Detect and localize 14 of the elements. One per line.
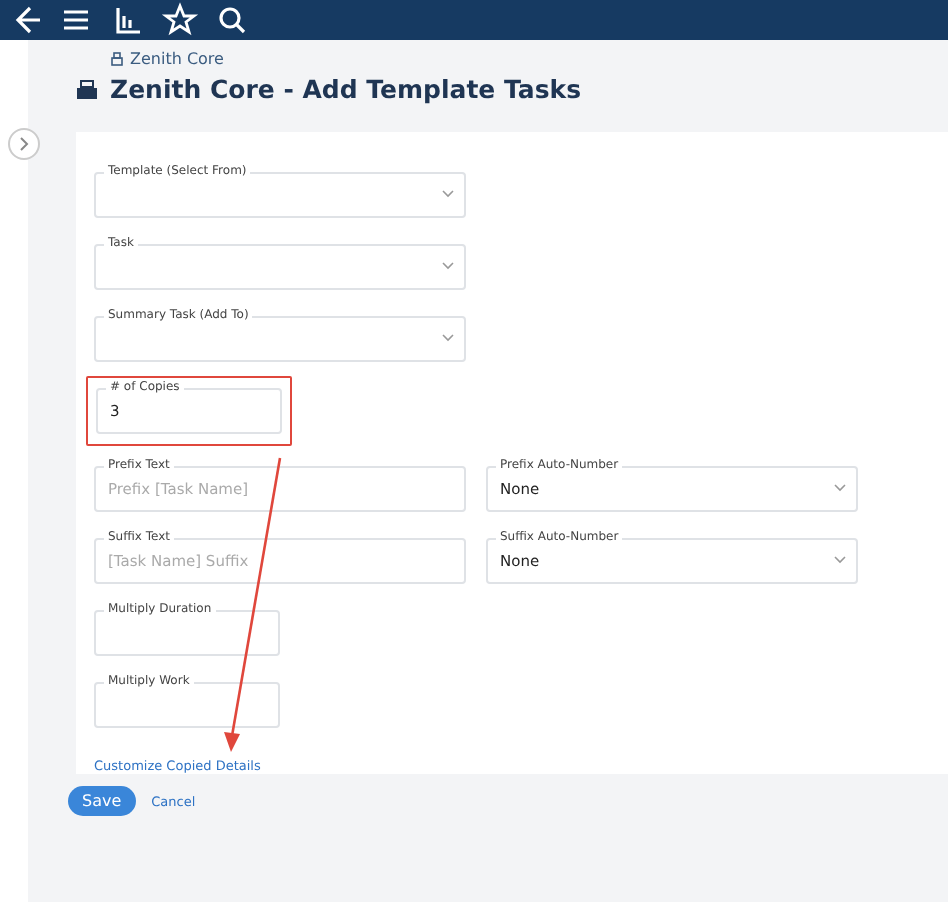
save-button[interactable]: Save bbox=[68, 786, 136, 816]
chevron-icon bbox=[834, 484, 846, 492]
chevron-icon bbox=[442, 334, 454, 342]
chevron-icon bbox=[834, 556, 846, 564]
breadcrumb-link[interactable]: Zenith Core bbox=[130, 50, 224, 68]
chevron-icon bbox=[442, 190, 454, 198]
printer-icon bbox=[76, 79, 98, 99]
star-icon[interactable] bbox=[160, 0, 200, 40]
page-title: Zenith Core - Add Template Tasks bbox=[110, 74, 582, 104]
expand-button[interactable] bbox=[8, 128, 40, 160]
select-field[interactable] bbox=[94, 244, 466, 290]
chevron-icon bbox=[18, 136, 30, 152]
chevron-icon bbox=[442, 262, 454, 270]
printer-icon bbox=[110, 52, 124, 66]
